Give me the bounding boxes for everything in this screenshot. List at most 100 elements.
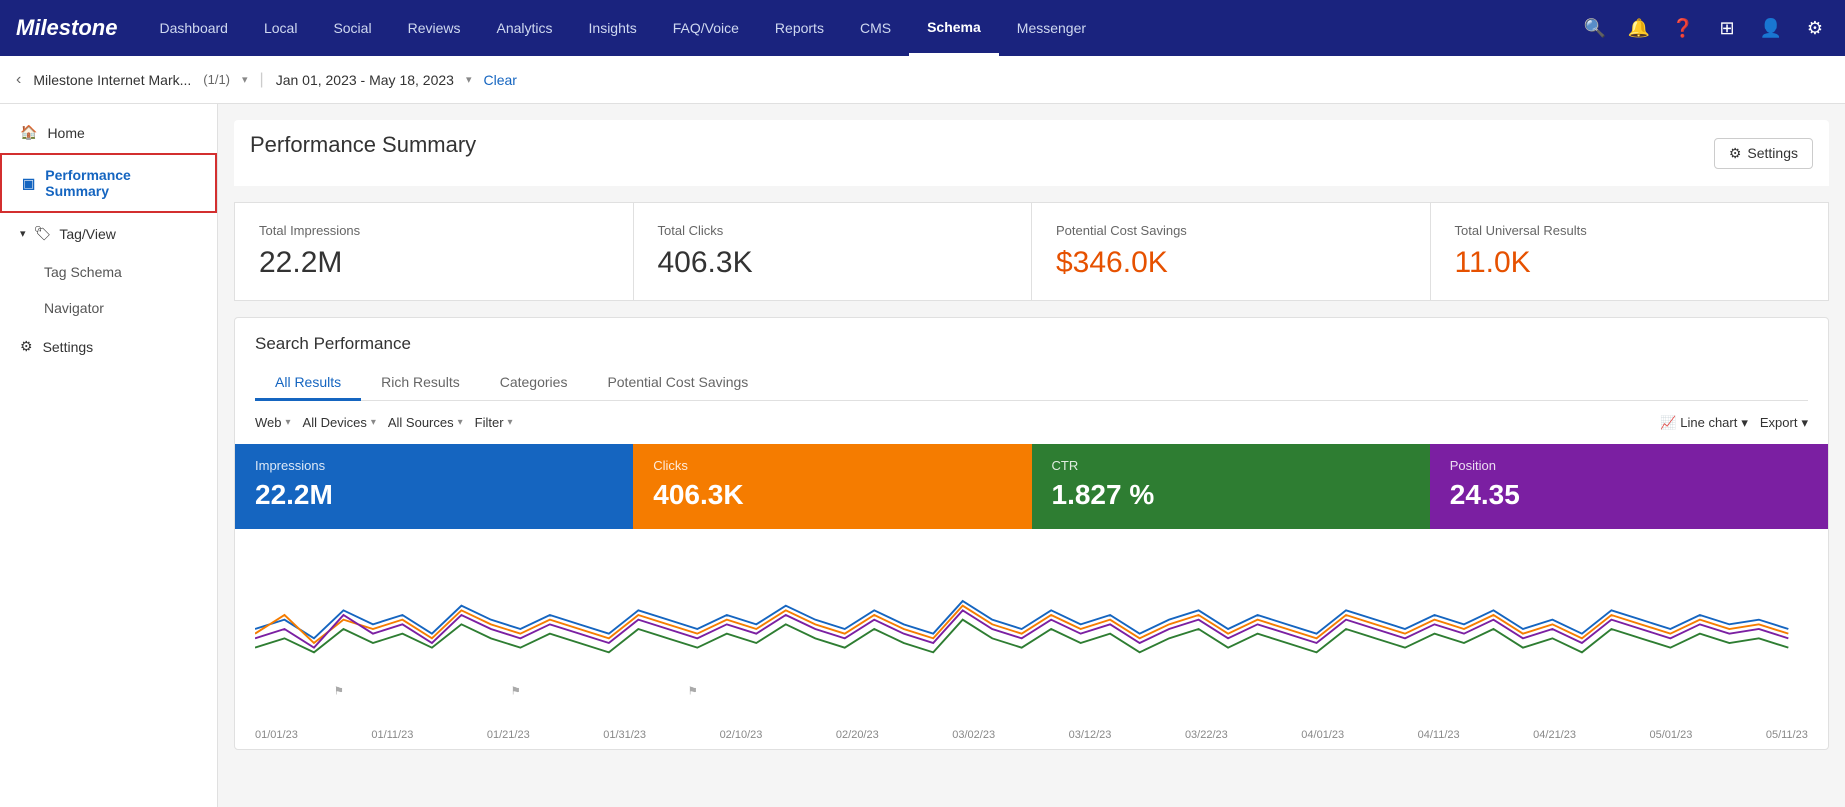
metric-clicks-value: 406.3K — [658, 246, 1008, 280]
x-label-1: 01/11/23 — [371, 729, 413, 741]
line-chart-svg: ⚑ ⚑ ⚑ — [255, 545, 1808, 713]
nav-analytics[interactable]: Analytics — [478, 0, 570, 56]
nav-reviews[interactable]: Reviews — [390, 0, 479, 56]
sidebar-item-home[interactable]: 🏠 Home — [0, 112, 217, 153]
filter-web-button[interactable]: Web ▾ — [255, 411, 291, 434]
svg-text:⚑: ⚑ — [687, 686, 698, 698]
filter-arrow: ▾ — [508, 417, 513, 428]
separator: | — [260, 71, 264, 89]
filter-all-devices-button[interactable]: All Devices ▾ — [303, 411, 376, 434]
filter-label: Filter — [475, 415, 504, 430]
tab-rich-results[interactable]: Rich Results — [361, 366, 480, 401]
settings-icon-button[interactable]: ⚙ — [1801, 14, 1829, 42]
sidebar-item-navigator[interactable]: Navigator — [0, 290, 217, 326]
clear-button[interactable]: Clear — [483, 72, 516, 88]
tab-categories[interactable]: Categories — [480, 366, 588, 401]
main-layout: 🏠 Home ▣ Performance Summary ▾ 🏷 Tag/Vie… — [0, 104, 1845, 807]
notifications-icon-button[interactable]: 🔔 — [1625, 14, 1653, 42]
gear-icon: ⚙ — [1807, 18, 1823, 39]
nav-schema[interactable]: Schema — [909, 0, 999, 56]
metric-bands: Impressions 22.2M Clicks 406.3K CTR 1.82… — [235, 444, 1828, 529]
metric-card-cost-savings: Potential Cost Savings $346.0K — [1032, 203, 1431, 300]
filter-all-sources-arrow: ▾ — [458, 417, 463, 428]
sidebar-section-tag-view[interactable]: ▾ 🏷 Tag/View — [0, 213, 217, 254]
nav-items: Dashboard Local Social Reviews Analytics… — [141, 0, 1581, 56]
sidebar-home-label: Home — [47, 125, 84, 141]
export-button[interactable]: Export ▾ — [1760, 415, 1808, 431]
sidebar-tag-view-label: Tag/View — [59, 226, 116, 242]
metric-clicks-label: Total Clicks — [658, 223, 1008, 238]
sidebar-item-settings[interactable]: ⚙ Settings — [0, 326, 217, 367]
tab-potential-cost-savings[interactable]: Potential Cost Savings — [587, 366, 768, 401]
main-content: Performance Summary ⚙ Settings Total Imp… — [218, 104, 1845, 807]
band-position-value: 24.35 — [1450, 479, 1808, 511]
filter-all-sources-label: All Sources — [388, 415, 454, 430]
x-label-13: 05/11/23 — [1766, 729, 1808, 741]
band-clicks-value: 406.3K — [653, 479, 1011, 511]
metrics-row: Total Impressions 22.2M Total Clicks 406… — [234, 202, 1829, 301]
x-label-2: 01/21/23 — [487, 729, 530, 741]
gear-settings-icon: ⚙ — [1729, 145, 1742, 162]
x-label-3: 01/31/23 — [603, 729, 646, 741]
metric-card-impressions: Total Impressions 22.2M — [235, 203, 634, 300]
home-icon: 🏠 — [20, 124, 37, 141]
nav-insights[interactable]: Insights — [571, 0, 655, 56]
x-label-7: 03/12/23 — [1069, 729, 1112, 741]
band-impressions: Impressions 22.2M — [235, 444, 633, 529]
chart-area: ⚑ ⚑ ⚑ — [235, 529, 1828, 729]
filter-all-sources-button[interactable]: All Sources ▾ — [388, 411, 463, 434]
metric-cost-savings-value: $346.0K — [1056, 246, 1406, 280]
top-navigation: Milestone Dashboard Local Social Reviews… — [0, 0, 1845, 56]
sidebar-item-tag-schema[interactable]: Tag Schema — [0, 254, 217, 290]
line-chart-icon: 📈 — [1660, 415, 1676, 431]
metric-impressions-label: Total Impressions — [259, 223, 609, 238]
search-icon-button[interactable]: 🔍 — [1581, 14, 1609, 42]
x-label-12: 05/01/23 — [1650, 729, 1693, 741]
chevron-left-icon: ‹ — [16, 71, 21, 88]
search-performance-header: Search Performance All Results Rich Resu… — [235, 318, 1828, 401]
settings-btn-label: Settings — [1747, 145, 1798, 161]
nav-dashboard[interactable]: Dashboard — [141, 0, 246, 56]
chart-controls: 📈 Line chart ▾ Export ▾ — [1660, 415, 1808, 431]
band-clicks-label: Clicks — [653, 458, 1011, 473]
sidebar-settings-label: Settings — [43, 339, 94, 355]
bar-chart-icon: ▣ — [22, 175, 35, 192]
apps-icon-button[interactable]: ⊞ — [1713, 14, 1741, 42]
band-ctr-label: CTR — [1052, 458, 1410, 473]
tab-all-results[interactable]: All Results — [255, 366, 361, 401]
nav-local[interactable]: Local — [246, 0, 315, 56]
chevron-down-icon: ▾ — [20, 227, 26, 240]
filter-all-devices-arrow: ▾ — [371, 417, 376, 428]
nav-messenger[interactable]: Messenger — [999, 0, 1104, 56]
secondary-bar: ‹ Milestone Internet Mark... (1/1) ▾ | J… — [0, 56, 1845, 104]
band-position-label: Position — [1450, 458, 1808, 473]
help-icon-button[interactable]: ❓ — [1669, 14, 1697, 42]
x-label-10: 04/11/23 — [1418, 729, 1460, 741]
nav-reports[interactable]: Reports — [757, 0, 842, 56]
nav-cms[interactable]: CMS — [842, 0, 909, 56]
nav-faq-voice[interactable]: FAQ/Voice — [655, 0, 757, 56]
user-icon-button[interactable]: 👤 — [1757, 14, 1785, 42]
band-clicks: Clicks 406.3K — [633, 444, 1031, 529]
search-performance-section: Search Performance All Results Rich Resu… — [234, 317, 1829, 750]
line-chart-button[interactable]: 📈 Line chart ▾ — [1660, 415, 1748, 431]
sidebar: 🏠 Home ▣ Performance Summary ▾ 🏷 Tag/Vie… — [0, 104, 218, 807]
svg-text:⚑: ⚑ — [334, 686, 345, 698]
question-icon: ❓ — [1672, 18, 1694, 39]
sidebar-item-performance-summary[interactable]: ▣ Performance Summary — [0, 153, 217, 213]
band-impressions-value: 22.2M — [255, 479, 613, 511]
collapse-sidebar-button[interactable]: ‹ — [16, 71, 21, 89]
metric-cost-savings-label: Potential Cost Savings — [1056, 223, 1406, 238]
x-label-5: 02/20/23 — [836, 729, 879, 741]
page-settings-button[interactable]: ⚙ Settings — [1714, 138, 1813, 169]
band-impressions-label: Impressions — [255, 458, 613, 473]
site-name[interactable]: Milestone Internet Mark... — [33, 72, 191, 88]
date-range[interactable]: Jan 01, 2023 - May 18, 2023 — [276, 72, 454, 88]
nav-social[interactable]: Social — [315, 0, 389, 56]
filter-button[interactable]: Filter ▾ — [475, 411, 513, 434]
x-label-6: 03/02/23 — [952, 729, 995, 741]
metric-card-universal-results: Total Universal Results 11.0K — [1431, 203, 1829, 300]
grid-icon: ⊞ — [1719, 18, 1734, 39]
line-chart-label: Line chart — [1680, 415, 1737, 430]
site-count: (1/1) — [203, 72, 230, 87]
